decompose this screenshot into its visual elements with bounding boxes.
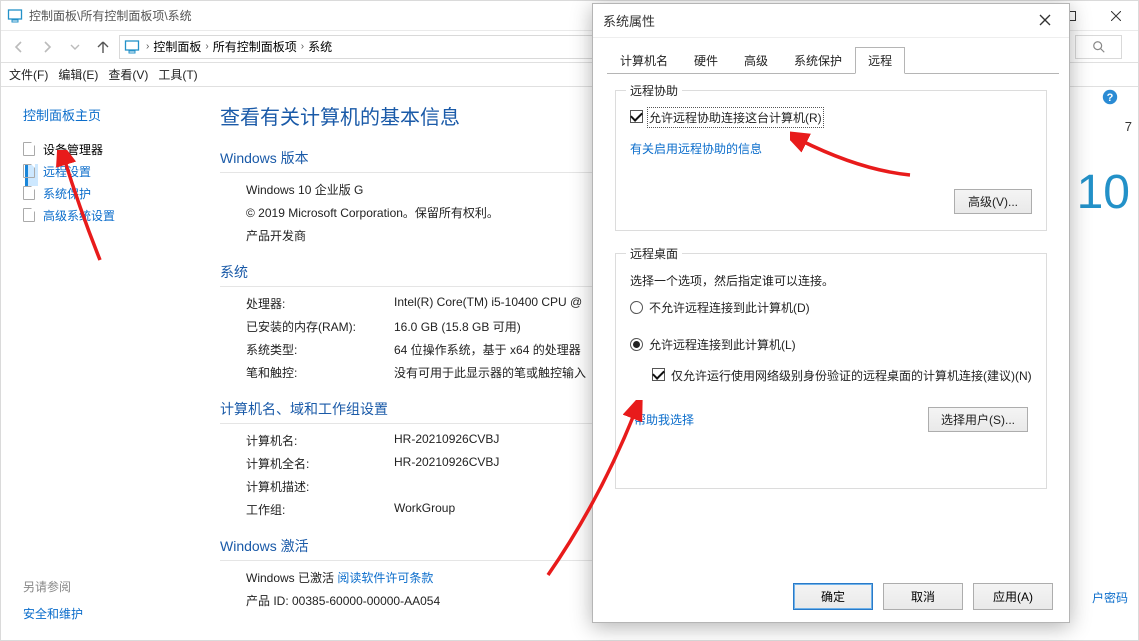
radio-label: 允许远程连接到此计算机(L) — [649, 336, 796, 353]
breadcrumb-item[interactable]: 控制面板 — [153, 38, 201, 55]
activation-status: Windows 已激活 — [246, 571, 337, 585]
dialog-body: 远程协助 允许远程协助连接这台计算机(R) 有关启用远程协助的信息 高级(V).… — [593, 74, 1069, 489]
control-panel-home-link[interactable]: 控制面板主页 — [23, 105, 184, 124]
group-title: 远程协助 — [626, 82, 682, 99]
sidebar-link-label: 系统保护 — [43, 185, 91, 202]
sidebar-link-label: 高级系统设置 — [43, 207, 115, 224]
checkbox-icon[interactable] — [630, 110, 643, 123]
nav-up-button[interactable] — [91, 35, 115, 59]
rdp-disallow-radio[interactable]: 不允许远程连接到此计算机(D) — [630, 299, 1032, 316]
breadcrumb-item[interactable]: 系统 — [308, 38, 332, 55]
see-also-heading: 另请参阅 — [23, 578, 83, 595]
apply-button[interactable]: 应用(A) — [973, 583, 1053, 610]
remote-desktop-group: 远程桌面 选择一个选项，然后指定谁可以连接。 不允许远程连接到此计算机(D) 允… — [615, 253, 1047, 489]
group-title: 远程桌面 — [626, 245, 682, 262]
system-icon — [124, 39, 140, 55]
radio-icon[interactable] — [630, 338, 643, 351]
breadcrumb-item[interactable]: 所有控制面板项 — [213, 38, 297, 55]
radio-icon[interactable] — [630, 301, 643, 314]
search-box[interactable] — [1075, 35, 1122, 59]
document-icon — [23, 142, 35, 156]
cancel-button[interactable]: 取消 — [883, 583, 963, 610]
sidebar-link-system-protection[interactable]: 系统保护 — [23, 185, 91, 202]
chevron-right-icon[interactable]: › — [301, 41, 304, 52]
ram-label: 已安装的内存(RAM): — [246, 318, 394, 335]
nav-history-button[interactable] — [63, 35, 87, 59]
tab-advanced[interactable]: 高级 — [731, 47, 781, 74]
svg-text:?: ? — [1107, 92, 1114, 104]
security-maintenance-link[interactable]: 安全和维护 — [23, 605, 83, 622]
dialog-title: 系统属性 — [593, 4, 1069, 38]
cpu-label: 处理器: — [246, 295, 394, 312]
pcdesc-label: 计算机描述: — [246, 478, 394, 495]
dialog-tabs: 计算机名 硬件 高级 系统保护 远程 — [607, 46, 1059, 74]
systype-label: 系统类型: — [246, 341, 394, 358]
dialog-footer: 确定 取消 应用(A) — [793, 583, 1053, 610]
radio-label: 不允许远程连接到此计算机(D) — [649, 299, 810, 316]
tab-hardware[interactable]: 硬件 — [681, 47, 731, 74]
nav-back-button[interactable] — [7, 35, 31, 59]
system-icon — [7, 8, 23, 24]
select-users-button[interactable]: 选择用户(S)... — [928, 407, 1028, 432]
rdp-hint: 选择一个选项，然后指定谁可以连接。 — [630, 272, 1032, 289]
sidebar-link-advanced-settings[interactable]: 高级系统设置 — [23, 207, 115, 224]
search-icon — [1092, 40, 1106, 54]
menu-file[interactable]: 文件(F) — [9, 66, 48, 83]
pen-label: 笔和触控: — [246, 364, 394, 381]
chevron-right-icon[interactable]: › — [205, 41, 208, 52]
checkbox-icon[interactable] — [652, 368, 665, 381]
pcname-label: 计算机名: — [246, 432, 394, 449]
chevron-right-icon[interactable]: › — [146, 41, 149, 52]
dialog-close-button[interactable] — [1025, 6, 1065, 34]
nla-checkbox-row[interactable]: 仅允许运行使用网络级别身份验证的远程桌面的计算机连接(建议)(N) — [652, 367, 1032, 385]
document-icon — [23, 164, 35, 178]
rdp-allow-radio[interactable]: 允许远程连接到此计算机(L) — [630, 336, 1032, 353]
menu-edit[interactable]: 编辑(E) — [58, 66, 98, 83]
allow-remote-assistance-row[interactable]: 允许远程协助连接这台计算机(R) — [630, 109, 1032, 126]
menu-view[interactable]: 查看(V) — [108, 66, 148, 83]
menu-tools[interactable]: 工具(T) — [158, 66, 197, 83]
help-me-choose-link[interactable]: 帮助我选择 — [634, 411, 694, 428]
nla-label: 仅允许运行使用网络级别身份验证的远程桌面的计算机连接(建议)(N) — [671, 367, 1032, 385]
remote-assistance-advanced-button[interactable]: 高级(V)... — [954, 189, 1032, 214]
window-title: 控制面板\所有控制面板项\系统 — [29, 7, 192, 24]
sidebar-link-label: 远程设置 — [43, 163, 91, 180]
remote-assistance-info-link[interactable]: 有关启用远程协助的信息 — [630, 140, 1032, 157]
workgroup-label: 工作组: — [246, 501, 394, 518]
allow-remote-assistance-label: 允许远程协助连接这台计算机(R) — [649, 109, 822, 126]
pcfullname-label: 计算机全名: — [246, 455, 394, 472]
sidebar-link-device-manager[interactable]: 设备管理器 — [23, 141, 103, 158]
remote-assistance-group: 远程协助 允许远程协助连接这台计算机(R) 有关启用远程协助的信息 高级(V).… — [615, 90, 1047, 231]
help-icon[interactable]: ? — [1102, 89, 1118, 105]
close-button[interactable] — [1093, 1, 1138, 30]
sidebar-bottom: 另请参阅 安全和维护 — [23, 578, 83, 622]
sidebar-link-label: 设备管理器 — [43, 141, 103, 158]
tab-remote[interactable]: 远程 — [855, 47, 905, 74]
document-icon — [23, 208, 35, 222]
windows-10-logo-text: 10 — [1077, 165, 1130, 220]
tab-system-protection[interactable]: 系统保护 — [781, 47, 855, 74]
document-icon — [23, 186, 35, 200]
cropped-text: 7 — [1125, 119, 1132, 134]
system-properties-dialog: 系统属性 计算机名 硬件 高级 系统保护 远程 远程协助 允许远程协助连接这台计… — [592, 3, 1070, 623]
sidebar-link-remote-settings[interactable]: 远程设置 — [23, 163, 91, 180]
ok-button[interactable]: 确定 — [793, 583, 873, 610]
tab-computer-name[interactable]: 计算机名 — [607, 47, 681, 74]
sidebar: 控制面板主页 设备管理器 远程设置 系统保护 — [1, 87, 196, 640]
license-terms-link[interactable]: 阅读软件许可条款 — [337, 571, 433, 585]
nav-forward-button[interactable] — [35, 35, 59, 59]
cropped-password-text: 户密码 — [1092, 589, 1128, 606]
